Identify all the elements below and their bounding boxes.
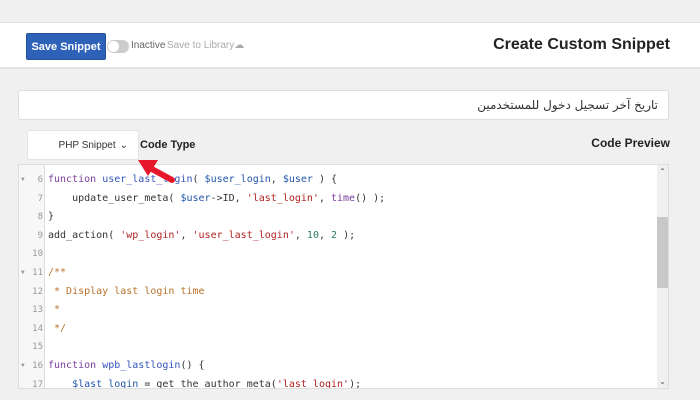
snippet-name-input[interactable]: تاريخ آخر تسجيل دخول للمستخدمين (18, 90, 669, 120)
code-token: ); (337, 229, 356, 241)
code-token: = get_the_author_meta( (138, 378, 277, 389)
code-token: $user_login (204, 174, 271, 185)
cloud-icon: ☁ (234, 40, 245, 51)
code-token: , (180, 229, 193, 241)
code-type-value: PHP Snippet (58, 139, 116, 151)
line-number: 13 (32, 305, 43, 316)
code-preview-label: Code Preview (591, 136, 670, 150)
code-token: * (48, 304, 61, 316)
fold-toggle-icon[interactable]: ▼ (21, 357, 25, 375)
code-line: ▼ 6 function user_last_login( $user_login,… (19, 171, 659, 189)
code-token: /** (48, 267, 67, 278)
code-line: 8} (19, 208, 659, 226)
line-number: 15 (32, 342, 43, 353)
code-token: $user (282, 174, 313, 185)
code-line: 17 $last_login = get_the_author_meta('la… (19, 376, 659, 389)
code-token: 'user_last_login' (192, 229, 295, 241)
code-token: } (48, 211, 55, 223)
code-token: ( (192, 174, 205, 185)
code-token: 'last_login' (276, 378, 350, 389)
line-number: 12 (32, 286, 43, 297)
code-text: function user_last_login( $user_login, $… (48, 171, 337, 189)
code-token: */ (48, 322, 67, 334)
line-number: 11 (32, 268, 43, 278)
code-token: wpb_lastlogin (102, 360, 181, 371)
code-token: time (330, 192, 356, 204)
code-line: 9 add_action( 'wp_login', 'user_last_logi… (19, 227, 659, 245)
editor-scrollbar[interactable]: ⌃ ⌄ (657, 165, 668, 388)
scroll-up-icon[interactable]: ⌃ (657, 167, 668, 176)
line-number: 8 (37, 212, 43, 223)
code-token: 'wp_login' (120, 229, 181, 241)
code-token: ); (349, 378, 362, 389)
code-type-select[interactable]: PHP Snippet ⌄ (27, 130, 139, 160)
code-token: 10 (306, 229, 319, 241)
code-editor[interactable]: ▼ 6 function user_last_login( $user_login,… (18, 164, 669, 389)
top-strip (0, 0, 700, 23)
code-text: update_user_meta( $user->ID, 'last_login… (48, 190, 385, 208)
library-label: Save to Library (167, 40, 235, 51)
code-token: function (48, 174, 103, 185)
save-snippet-button[interactable]: Save Snippet (26, 33, 106, 60)
save-to-library-link[interactable]: Save to Library☁ (167, 40, 244, 51)
line-number: 6 (37, 175, 43, 185)
page-title: Create Custom Snippet (493, 36, 670, 53)
code-line: 13 * (19, 301, 659, 319)
fold-toggle-icon[interactable]: ▼ (21, 171, 25, 189)
code-token: , (318, 229, 332, 241)
code-token: add_action( (48, 229, 121, 241)
code-token: 'last_login' (246, 192, 319, 204)
fold-toggle-icon[interactable]: ▼ (21, 264, 25, 282)
active-toggle[interactable] (107, 40, 129, 53)
code-line: 10 (19, 245, 659, 263)
scroll-down-icon[interactable]: ⌄ (657, 377, 668, 386)
line-number: 9 (37, 230, 43, 241)
code-token: , (270, 174, 283, 185)
code-token: ) { (312, 174, 338, 185)
code-text: add_action( 'wp_login', 'user_last_login… (48, 227, 355, 245)
code-token: () { (180, 360, 205, 371)
code-line: ▼ 11 /** (19, 264, 659, 282)
code-line: 7 update_user_meta( $user->ID, 'last_log… (19, 190, 659, 208)
code-type-label: Code Type (140, 139, 196, 151)
code-token: () ); (355, 192, 386, 204)
line-number: 17 (32, 379, 43, 389)
code-line: 12 * Display last login time (19, 283, 659, 301)
code-text: * Display last login time (48, 283, 205, 301)
code-token: , (294, 229, 307, 241)
header-bar: Save Snippet Inactive Save to Library☁ C… (0, 23, 700, 69)
code-token: $last_login (72, 378, 139, 389)
code-token: $user (180, 192, 211, 204)
code-line: 14 */ (19, 320, 659, 338)
code-token: update_user_meta( (48, 192, 181, 204)
code-text: */ (48, 320, 66, 338)
code-text: $last_login = get_the_author_meta('last_… (48, 376, 362, 389)
chevron-down-icon: ⌄ (119, 139, 128, 151)
line-number: 14 (32, 323, 43, 334)
code-token: function (48, 360, 103, 371)
line-number: 10 (32, 249, 43, 260)
code-text: function wpb_lastlogin() { (48, 357, 205, 375)
code-token: ->ID, (210, 192, 247, 204)
code-line: ▼ 16 function wpb_lastlogin() { (19, 357, 659, 375)
code-text: /** (48, 264, 66, 282)
code-token: user_last_login (102, 174, 193, 185)
status-label: Inactive (131, 40, 166, 51)
code-token: , (318, 192, 331, 204)
line-number: 16 (32, 361, 43, 371)
code-token: * Display last login time (48, 285, 205, 297)
code-line: 15 (19, 338, 659, 356)
code-text: * (48, 301, 60, 319)
code-text: } (48, 208, 54, 226)
line-number: 7 (37, 193, 43, 204)
scrollbar-thumb[interactable] (657, 217, 668, 288)
